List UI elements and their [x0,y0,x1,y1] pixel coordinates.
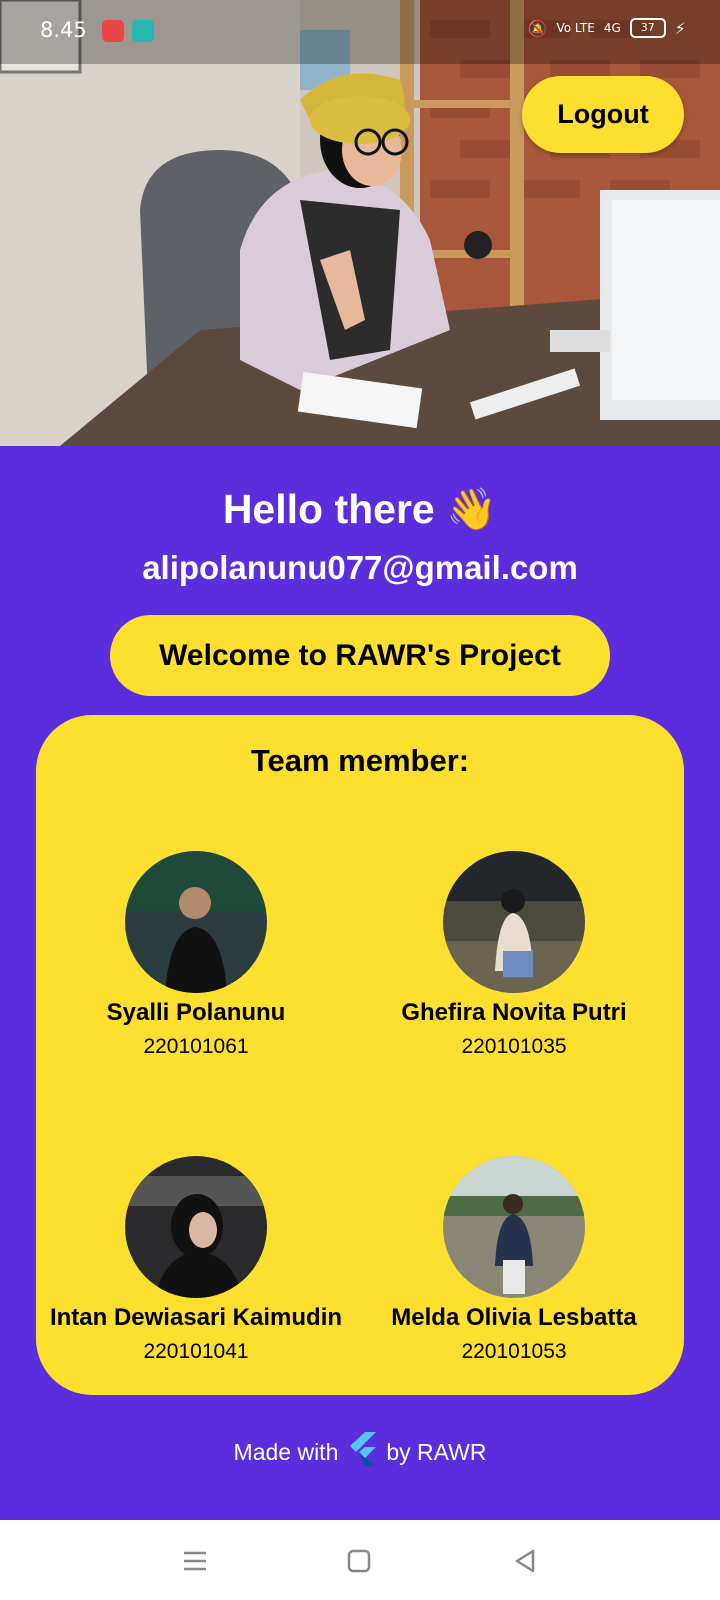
team-member: Ghefira Novita Putri 220101035 [364,851,664,1059]
footer: Made with by RAWR [0,1432,720,1472]
avatar [125,851,267,993]
recorder-notification-icon [102,20,124,42]
user-email: alipolanunu077@gmail.com [142,549,578,586]
avatar [125,1156,267,1298]
team-card: Team member: Syalli Polanunu 220101061 G… [36,715,684,1395]
charging-icon: ⚡ [674,18,686,38]
status-time: 8.45 [40,18,87,42]
member-id: 220101035 [461,1035,567,1058]
signal-label: 4G [603,21,621,35]
back-icon[interactable] [508,1544,542,1578]
status-indicators: 🔕 Vo LTE 4G 37 ⚡ [528,18,686,38]
chat-notification-icon [132,20,154,42]
footer-by: by RAWR [386,1438,487,1465]
member-id: 220101053 [461,1340,567,1363]
member-id: 220101061 [143,1035,249,1058]
system-nav-bar [0,1520,720,1600]
logout-button[interactable]: Logout [522,76,684,153]
member-name: Intan Dewiasari Kaimudin [49,1304,343,1331]
mute-icon: 🔕 [527,18,548,38]
status-bar: 8.45 🔕 Vo LTE 4G 37 ⚡ [0,0,720,64]
team-member: Melda Olivia Lesbatta 220101053 [364,1156,664,1364]
welcome-button[interactable]: Welcome to RAWR's Project [110,615,610,696]
avatar [443,1156,585,1298]
team-member: Syalli Polanunu 220101061 [46,851,346,1059]
avatar [443,851,585,993]
menu-icon[interactable] [178,1544,212,1578]
volte-label: Vo LTE [556,21,595,35]
member-id: 220101041 [143,1340,249,1363]
member-name: Ghefira Novita Putri [401,999,627,1026]
member-name: Melda Olivia Lesbatta [391,1304,637,1331]
hero-image [0,0,720,446]
team-member: Intan Dewiasari Kaimudin 220101041 [46,1156,346,1364]
battery-icon: 37 [629,18,666,38]
member-name: Syalli Polanunu [106,999,286,1026]
flutter-logo-icon [348,1432,377,1472]
home-icon[interactable] [342,1544,376,1578]
footer-made-with: Made with [233,1438,339,1465]
team-title: Team member: [250,743,470,778]
greeting-title: Hello there 👋 [222,486,498,532]
